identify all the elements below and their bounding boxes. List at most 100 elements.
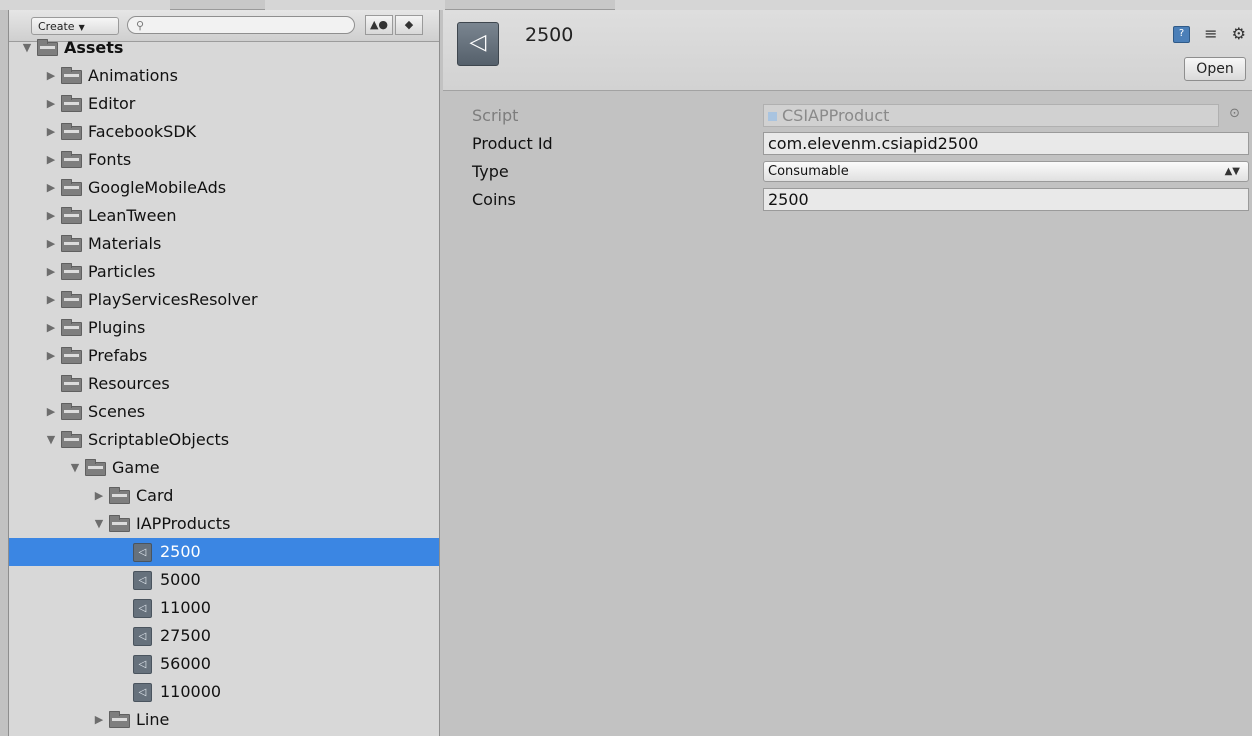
type-dropdown[interactable]: Consumable ▲▼ xyxy=(763,161,1249,182)
folder-icon xyxy=(109,711,130,728)
folder-icon xyxy=(61,375,82,392)
folder-icon xyxy=(61,151,82,168)
tree-item-label: 2500 xyxy=(160,542,201,561)
folder-item[interactable]: ▶ GoogleMobileAds xyxy=(9,174,439,202)
folder-item[interactable]: ▶ FacebookSDK xyxy=(9,118,439,146)
folder-icon xyxy=(61,263,82,280)
folder-icon xyxy=(61,179,82,196)
inspector-title: 2500 xyxy=(525,24,574,46)
expand-arrow-right-icon[interactable]: ▶ xyxy=(93,706,105,734)
folder-icon xyxy=(85,459,106,476)
folder-item[interactable]: ▶ Card xyxy=(9,482,439,510)
filter-by-type-button[interactable]: ▲● xyxy=(365,15,393,35)
folder-item[interactable]: ▶ Prefabs xyxy=(9,342,439,370)
tree-item-label: Particles xyxy=(88,262,156,281)
folder-item[interactable]: ▶ Line xyxy=(9,706,439,734)
help-icon[interactable]: ? xyxy=(1173,26,1191,43)
asset-item[interactable]: ◁ 11000 xyxy=(9,594,439,622)
tree-item-label: Resources xyxy=(88,374,170,393)
expand-arrow-right-icon[interactable]: ▶ xyxy=(45,90,57,118)
property-coins: Coins 2500 xyxy=(443,186,1252,214)
folder-item[interactable]: ▶ Animations xyxy=(9,62,439,90)
type-label: Type xyxy=(472,162,509,181)
expand-arrow-down-icon[interactable]: ▼ xyxy=(93,510,105,538)
updown-arrows-icon: ▲▼ xyxy=(1224,166,1240,177)
inspector-panel: ◁ 2500 ? ≡ ⚙ Open Script CSIAPProduct ⊙ … xyxy=(443,10,1252,736)
expand-arrow-right-icon[interactable]: ▶ xyxy=(45,314,57,342)
dropdown-caret-icon: ▼ xyxy=(78,23,85,32)
filter-by-label-button[interactable]: ◆ xyxy=(395,15,423,35)
expand-arrow-down-icon[interactable]: ▼ xyxy=(69,454,81,482)
tab-strip-segment xyxy=(445,0,615,10)
expand-arrow-right-icon[interactable]: ▶ xyxy=(45,202,57,230)
folder-item[interactable]: ▶ Editor xyxy=(9,90,439,118)
expand-arrow-down-icon[interactable]: ▼ xyxy=(45,426,57,454)
search-input[interactable]: ⚲ xyxy=(127,16,355,34)
folder-icon xyxy=(61,207,82,224)
folder-item[interactable]: ▼ IAPProducts xyxy=(9,510,439,538)
script-label: Script xyxy=(472,106,519,125)
folder-icon xyxy=(109,487,130,504)
tag-icon: ◆ xyxy=(404,18,414,31)
expand-arrow-right-icon[interactable]: ▶ xyxy=(45,146,57,174)
expand-arrow-right-icon[interactable]: ▶ xyxy=(93,482,105,510)
asset-item[interactable]: ◁ 110000 xyxy=(9,678,439,706)
expand-arrow-right-icon[interactable]: ▶ xyxy=(45,230,57,258)
presets-icon[interactable]: ≡ xyxy=(1204,24,1217,43)
asset-item[interactable]: ◁ 5000 xyxy=(9,566,439,594)
tree-item-label: Plugins xyxy=(88,318,146,337)
folder-item[interactable]: ▶ Fonts xyxy=(9,146,439,174)
tree-item-label: Assets xyxy=(64,38,124,57)
property-script: Script CSIAPProduct ⊙ xyxy=(443,102,1252,130)
asset-item[interactable]: ◁ 56000 xyxy=(9,650,439,678)
gear-icon[interactable]: ⚙ xyxy=(1232,24,1246,43)
asset-item[interactable]: ◁ 2500 xyxy=(9,538,439,566)
folder-item[interactable]: ▶ Particles xyxy=(9,258,439,286)
header-icons: ? ≡ ⚙ xyxy=(1164,24,1246,43)
expand-arrow-right-icon[interactable]: ▶ xyxy=(45,258,57,286)
tree-item-label: Line xyxy=(136,710,170,729)
scriptable-object-icon: ◁ xyxy=(457,22,499,66)
folder-item[interactable]: Resources xyxy=(9,370,439,398)
expand-arrow-right-icon[interactable]: ▶ xyxy=(45,398,57,426)
expand-arrow-right-icon[interactable]: ▶ xyxy=(45,118,57,146)
tree-item-label: 5000 xyxy=(160,570,201,589)
script-field: CSIAPProduct xyxy=(763,104,1219,127)
folder-item[interactable]: ▶ Materials xyxy=(9,230,439,258)
tree-item-label: FacebookSDK xyxy=(88,122,197,141)
folder-item[interactable]: ▶ Scenes xyxy=(9,398,439,426)
tree-item-label: IAPProducts xyxy=(136,514,231,533)
folder-icon xyxy=(61,319,82,336)
expand-arrow-right-icon[interactable]: ▶ xyxy=(45,342,57,370)
object-picker-icon[interactable]: ⊙ xyxy=(1229,106,1240,121)
folder-icon xyxy=(61,291,82,308)
expand-arrow-right-icon[interactable]: ▶ xyxy=(45,286,57,314)
expand-arrow-right-icon[interactable]: ▶ xyxy=(45,62,57,90)
tree-item-label: LeanTween xyxy=(88,206,177,225)
property-product-id: Product Id com.elevenm.csiapid2500 xyxy=(443,130,1252,158)
coins-field[interactable]: 2500 xyxy=(763,188,1249,211)
folder-item[interactable]: ▶ LeanTween xyxy=(9,202,439,230)
folder-item[interactable]: ▼ Game xyxy=(9,454,439,482)
tree-item-label: Editor xyxy=(88,94,136,113)
folder-icon xyxy=(61,67,82,84)
create-button[interactable]: Create ▼ xyxy=(31,17,119,35)
scriptable-object-icon: ◁ xyxy=(133,543,152,562)
product-id-field[interactable]: com.elevenm.csiapid2500 xyxy=(763,132,1249,155)
tree-item-label: PlayServicesResolver xyxy=(88,290,258,309)
expand-arrow-right-icon[interactable]: ▶ xyxy=(45,174,57,202)
asset-item[interactable]: ◁ 27500 xyxy=(9,622,439,650)
tree-item-label: Materials xyxy=(88,234,162,253)
tree-item-label: 56000 xyxy=(160,654,211,673)
folder-item[interactable]: ▶ PlayServicesResolver xyxy=(9,286,439,314)
folder-item[interactable]: ▶ Plugins xyxy=(9,314,439,342)
folder-icon xyxy=(109,515,130,532)
expand-arrow-down-icon[interactable]: ▼ xyxy=(21,34,33,62)
folder-icon xyxy=(37,39,58,56)
window-top-strip xyxy=(0,0,1252,10)
tree-item-label: 27500 xyxy=(160,626,211,645)
open-button[interactable]: Open xyxy=(1184,57,1246,81)
folder-item[interactable]: ▼ Assets xyxy=(9,34,439,62)
tree-item-label: Prefabs xyxy=(88,346,148,365)
folder-item[interactable]: ▼ ScriptableObjects xyxy=(9,426,439,454)
